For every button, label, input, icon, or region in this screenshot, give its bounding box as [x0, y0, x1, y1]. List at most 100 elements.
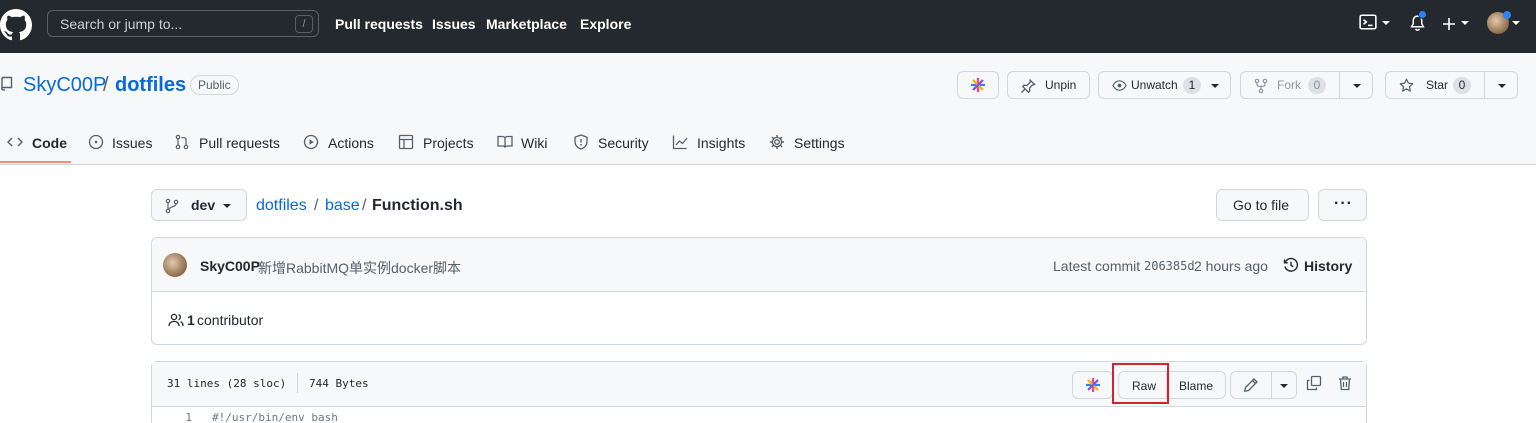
nav-marketplace[interactable]: Marketplace: [486, 16, 567, 32]
branch-select[interactable]: dev: [151, 189, 247, 221]
search-input[interactable]: Search or jump to... /: [47, 10, 319, 37]
fork-caret-icon: [1353, 84, 1361, 88]
unpin-button[interactable]: Unpin: [1007, 71, 1090, 99]
github-logo-icon[interactable]: [0, 9, 32, 41]
star-divider: [1484, 72, 1485, 98]
history-link[interactable]: History: [1304, 258, 1352, 274]
star-button[interactable]: Star 0: [1385, 71, 1518, 99]
unwatch-caret-icon: [1211, 84, 1219, 88]
plus-icon[interactable]: [1441, 16, 1457, 32]
line-number[interactable]: 1: [152, 411, 192, 423]
commit-message-link[interactable]: 新增RabbitMQ单实例docker脚本: [258, 258, 461, 278]
file-header: 31 lines (28 sloc) 744 Bytes Raw Blame: [152, 362, 1366, 407]
tab-actions[interactable]: Actions: [303, 131, 378, 165]
file-info-divider: [297, 373, 298, 393]
tab-security-label: Security: [598, 135, 649, 151]
avatar-caret-icon: [1512, 21, 1520, 25]
contributors-label: contributor: [197, 312, 264, 328]
nav-explore[interactable]: Explore: [580, 16, 631, 32]
edit-dropdown-button[interactable]: [1271, 371, 1297, 399]
tab-projects[interactable]: Projects: [398, 131, 476, 165]
commit-sha-link[interactable]: 206385d: [1144, 259, 1195, 273]
book-icon: [497, 135, 513, 148]
fork-button[interactable]: Fork 0: [1240, 71, 1373, 99]
unwatch-label: Unwatch: [1131, 78, 1178, 92]
plus-caret-icon: [1461, 21, 1469, 25]
repo-owner-link[interactable]: SkyC00P: [23, 74, 106, 97]
branch-caret-icon: [223, 204, 231, 208]
file-viewer: 31 lines (28 sloc) 744 Bytes Raw Blame 1…: [151, 361, 1367, 423]
repo-name-link[interactable]: dotfiles: [115, 74, 186, 97]
notification-dot: [1418, 10, 1427, 19]
pencil-icon: [1244, 378, 1258, 392]
breadcrumb-separator: /: [314, 197, 319, 214]
branch-icon: [165, 198, 179, 214]
fork-label: Fork: [1277, 78, 1301, 92]
visibility-badge: Public: [190, 75, 239, 95]
tab-projects-label: Projects: [423, 135, 474, 151]
trash-icon[interactable]: [1337, 375, 1353, 391]
people-icon: [168, 313, 184, 327]
author-avatar[interactable]: [163, 253, 187, 277]
breadcrumb-filename: Function.sh: [372, 197, 463, 214]
breadcrumb-base[interactable]: base: [325, 197, 360, 215]
tab-insights[interactable]: Insights: [672, 131, 748, 165]
nav-pull-requests[interactable]: Pull requests: [335, 16, 423, 32]
tab-code[interactable]: Code: [7, 131, 67, 165]
tab-pull-requests[interactable]: Pull requests: [174, 131, 284, 165]
gear-icon: [770, 135, 784, 149]
avatar-status-dot: [1503, 11, 1511, 19]
breadcrumb-dotfiles[interactable]: dotfiles: [256, 197, 307, 215]
issue-icon: [88, 134, 104, 150]
raw-highlight-box: [1112, 363, 1169, 404]
star-caret-icon: [1498, 84, 1506, 88]
history-icon[interactable]: [1283, 257, 1299, 273]
fork-icon: [1254, 78, 1268, 94]
star-label: Star: [1426, 78, 1449, 92]
pin-icon: [1021, 79, 1036, 94]
tab-wiki[interactable]: Wiki: [497, 131, 552, 165]
eye-icon: [1112, 80, 1127, 91]
more-options-button[interactable]: ···: [1318, 189, 1367, 221]
nav-issues[interactable]: Issues: [432, 16, 476, 32]
file-lines-info: 31 lines (28 sloc): [167, 377, 287, 390]
tab-insights-label: Insights: [697, 135, 746, 151]
repo-separator: /: [103, 74, 109, 96]
copy-icon[interactable]: [1306, 375, 1322, 391]
branch-name: dev: [191, 197, 216, 213]
table-icon: [398, 134, 414, 150]
fork-count: 0: [1308, 77, 1326, 94]
go-to-file-label: Go to file: [1233, 197, 1290, 213]
tab-issues[interactable]: Issues: [88, 131, 153, 165]
sparkle-button[interactable]: [957, 71, 999, 99]
sparkle-icon: [971, 78, 985, 92]
sparkle-icon: [1086, 378, 1100, 392]
search-shortcut-hint: /: [295, 15, 313, 33]
terminal-icon[interactable]: [1359, 13, 1377, 31]
edit-button[interactable]: [1230, 371, 1272, 399]
tab-issues-label: Issues: [112, 135, 153, 151]
terminal-caret-icon: [1382, 21, 1390, 25]
tab-security[interactable]: Security: [573, 131, 651, 165]
file-size: 744 Bytes: [309, 377, 369, 390]
repo-header: SkyC00P / dotfiles Public Unpin Unwatch …: [0, 53, 1536, 165]
go-to-file-button[interactable]: Go to file: [1216, 189, 1309, 221]
file-sparkle-button[interactable]: [1072, 371, 1113, 399]
commit-time: 2 hours ago: [1194, 258, 1268, 274]
contributors-count[interactable]: 1: [187, 312, 195, 328]
latest-commit-bar: SkyC00P 新增RabbitMQ单实例docker脚本 Latest com…: [152, 238, 1366, 292]
star-count: 0: [1453, 77, 1471, 94]
tab-wiki-label: Wiki: [521, 135, 548, 151]
unwatch-button[interactable]: Unwatch 1: [1098, 71, 1231, 99]
tab-actions-label: Actions: [328, 135, 374, 151]
blame-button[interactable]: Blame: [1166, 371, 1226, 399]
tab-settings[interactable]: Settings: [769, 131, 847, 165]
commit-author-link[interactable]: SkyC00P: [200, 258, 260, 274]
tab-settings-label: Settings: [794, 135, 845, 151]
play-icon: [303, 134, 319, 150]
blame-label: Blame: [1179, 379, 1214, 393]
global-header: Search or jump to... / Pull requests Iss…: [0, 0, 1536, 53]
fork-divider: [1339, 72, 1340, 98]
latest-commit-label: Latest commit: [1053, 258, 1141, 274]
graph-icon: [672, 135, 688, 150]
